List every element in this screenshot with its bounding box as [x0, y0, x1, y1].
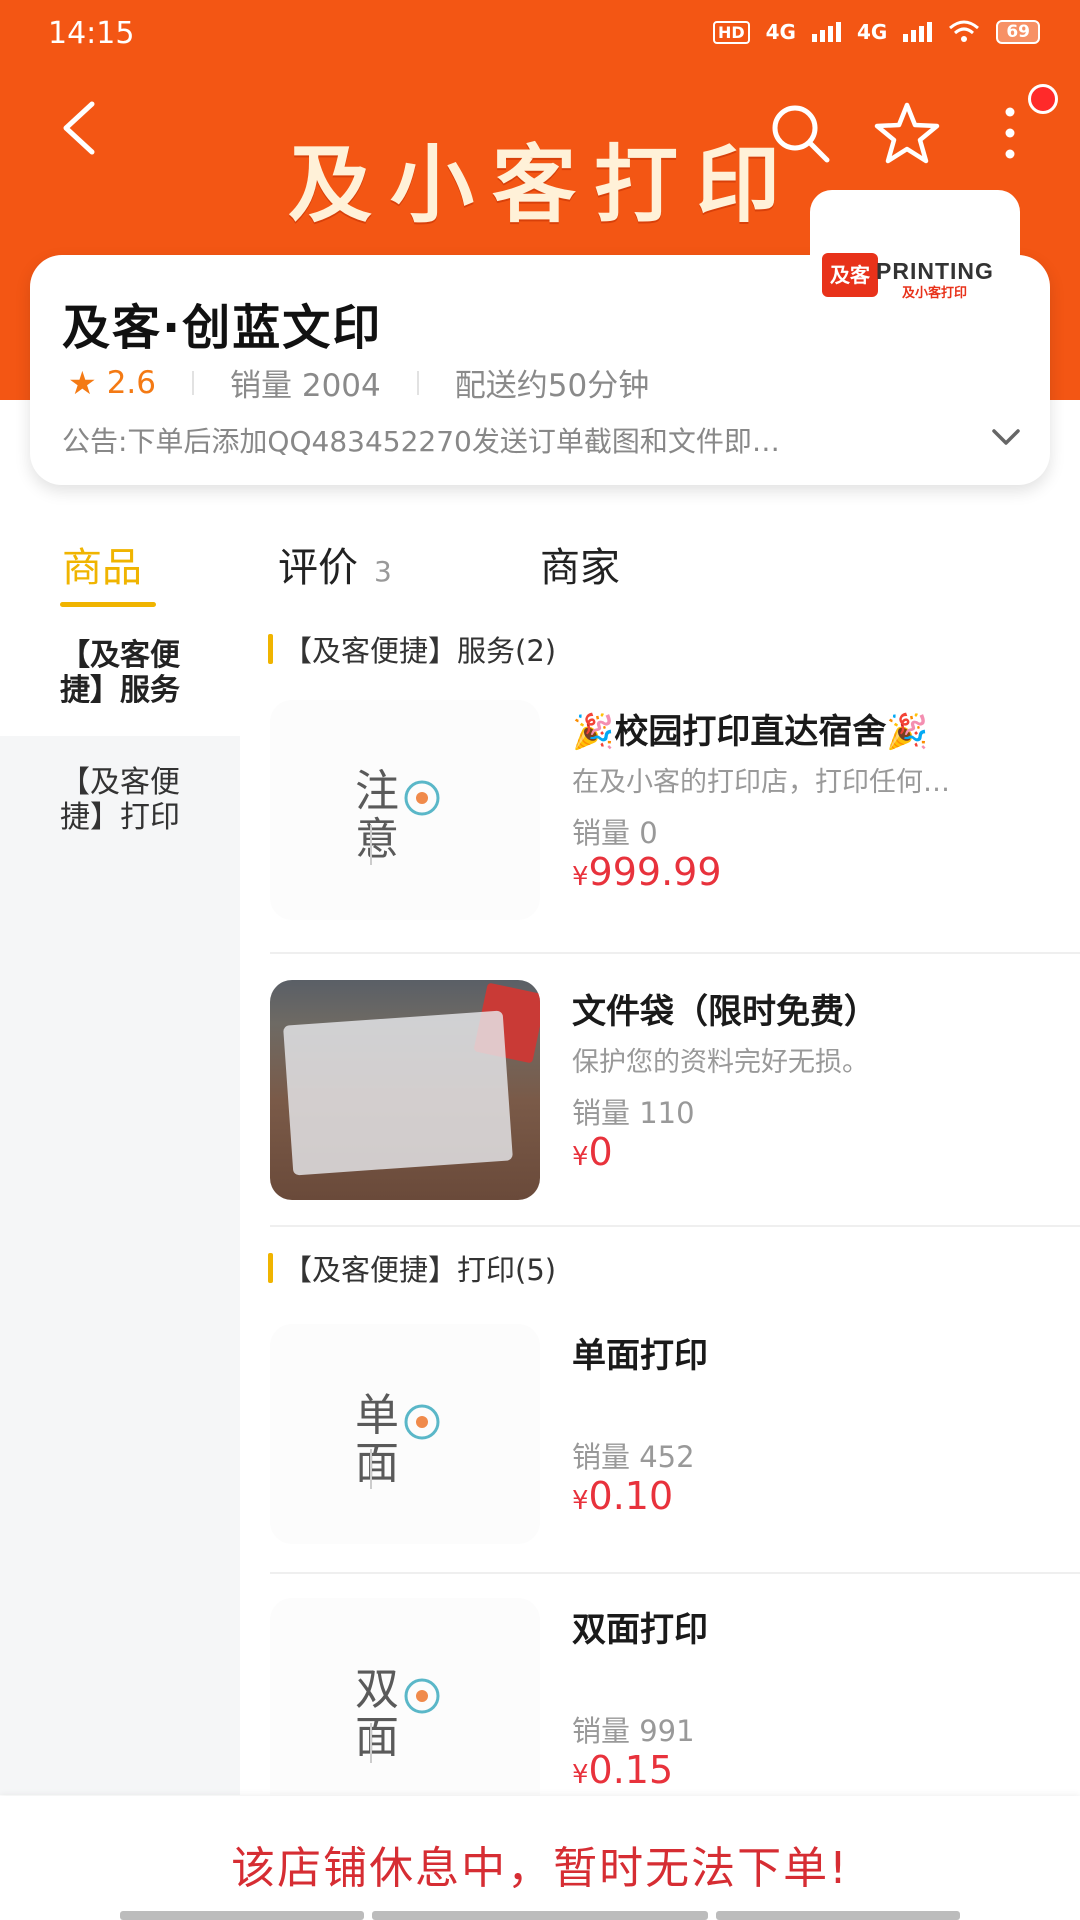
section-title: 【及客便捷】打印(5) [283, 1253, 557, 1287]
tab-reviews[interactable]: 评价 3 [278, 535, 392, 593]
product-price: ¥0.10 [572, 1474, 673, 1518]
product-sales: 销量 991 [572, 1714, 695, 1748]
shop-stats: ★ 2.6 销量 2004 配送约50分钟 [68, 360, 649, 405]
tab-reviews-label: 评价 [278, 545, 358, 591]
sidebar-item-service[interactable]: 【及客便捷】服务 [0, 625, 240, 736]
product-image-text: 单面 [355, 1390, 399, 1489]
currency-symbol: ¥ [572, 862, 589, 892]
nav-indicator [372, 1911, 708, 1920]
section-title: 【及客便捷】服务(2) [283, 634, 557, 668]
product-image-text: 注意 [355, 766, 399, 865]
more-vertical-icon[interactable] [995, 100, 1025, 166]
chevron-down-icon[interactable] [990, 425, 1022, 449]
shop-closed-message: 该店铺休息中，暂时无法下单! [231, 1843, 849, 1894]
product-image: 双面 [270, 1598, 540, 1818]
wifi-icon [949, 20, 980, 42]
divider [270, 952, 1080, 954]
product-name: 文件袋（限时免费） [572, 992, 878, 1032]
decorative-line [370, 825, 372, 865]
section-accent-bar [268, 634, 273, 664]
product-sales: 销量 452 [572, 1440, 695, 1474]
product-name: 单面打印 [572, 1336, 708, 1376]
tab-goods[interactable]: 商品 [62, 535, 142, 593]
product-name: 🎉校园打印直达宿舍🎉 [572, 712, 929, 752]
star-icon[interactable] [872, 100, 942, 166]
currency-symbol: ¥ [572, 1760, 589, 1790]
back-arrow-icon[interactable] [52, 98, 112, 158]
tab-reviews-count: 3 [374, 555, 392, 588]
tab-active-indicator [60, 602, 156, 607]
product-description: 保护您的资料完好无损。 [572, 1047, 869, 1078]
divider [192, 370, 194, 395]
nav-indicator [120, 1911, 364, 1920]
image-detail [283, 1010, 513, 1176]
shop-sales: 销量 2004 [230, 368, 381, 404]
nav-indicator [716, 1911, 960, 1920]
banner-title: 及小客打印 [288, 135, 799, 234]
divider [416, 370, 419, 395]
price-value: 0.15 [588, 1748, 674, 1792]
category-sidebar: 【及客便捷】服务 【及客便捷】打印 [0, 625, 240, 1795]
divider [270, 1225, 1080, 1227]
decorative-line [370, 1723, 372, 1763]
network-label-1: 4G [765, 20, 796, 44]
product-card[interactable]: 单面 单面打印 销量 452 ¥0.10 [270, 1324, 1080, 1596]
signal-icon [811, 22, 841, 42]
flower-icon [404, 1678, 440, 1714]
status-icons: HD 4G 4G 69 [712, 20, 1040, 44]
product-description: 在及小客的打印店，打印任何… [572, 767, 950, 798]
product-name: 双面打印 [572, 1610, 708, 1650]
shop-logo-mark: 及客 [822, 253, 878, 297]
shop-notice[interactable]: 公告:下单后添加QQ483452270发送订单截图和文件即… [62, 420, 982, 460]
product-card[interactable]: 文件袋（限时免费） 保护您的资料完好无损。 销量 110 ¥0 [270, 980, 1080, 1252]
battery-icon: 69 [996, 20, 1040, 44]
price-value: 0 [588, 1130, 613, 1174]
search-icon[interactable] [765, 98, 835, 168]
product-sales: 销量 110 [572, 1096, 695, 1130]
notification-dot [1028, 84, 1058, 114]
product-image: 注意 [270, 700, 540, 920]
signal-icon-2 [903, 22, 933, 42]
shop-logo-text: PRINTING [876, 258, 994, 284]
section-accent-bar [268, 1253, 273, 1283]
status-bar: 14:15 HD 4G 4G 69 [0, 0, 1080, 70]
product-sales: 销量 0 [572, 816, 658, 850]
decorative-line [370, 1449, 372, 1489]
currency-symbol: ¥ [572, 1486, 589, 1516]
shop-name: 及客·创蓝文印 [62, 300, 383, 356]
shop-delivery-time: 配送约50分钟 [454, 368, 650, 404]
product-price: ¥999.99 [572, 850, 722, 894]
status-time: 14:15 [48, 16, 135, 51]
shop-rating: 2.6 [106, 364, 156, 401]
rating-star-icon: ★ [68, 363, 97, 402]
product-image [270, 980, 540, 1200]
product-image: 单面 [270, 1324, 540, 1544]
tab-merchant[interactable]: 商家 [540, 535, 620, 593]
shop-logo-subtext: 及小客打印 [902, 286, 968, 301]
section-header-service: 【及客便捷】服务(2) [268, 628, 556, 670]
divider [270, 1572, 1080, 1574]
product-image-text: 双面 [355, 1664, 399, 1763]
sidebar-item-print[interactable]: 【及客便捷】打印 [0, 765, 240, 835]
price-value: 999.99 [588, 850, 722, 894]
product-card[interactable]: 注意 🎉校园打印直达宿舍🎉 在及小客的打印店，打印任何… 销量 0 ¥999.9… [270, 700, 1080, 972]
flower-icon [404, 1404, 440, 1440]
hd-icon: HD [712, 20, 750, 44]
section-header-print: 【及客便捷】打印(5) [268, 1247, 556, 1289]
flower-icon [404, 780, 440, 816]
currency-symbol: ¥ [572, 1142, 589, 1172]
price-value: 0.10 [588, 1474, 674, 1518]
product-price: ¥0 [572, 1130, 613, 1174]
network-label-2: 4G [856, 20, 888, 44]
product-price: ¥0.15 [572, 1748, 673, 1792]
